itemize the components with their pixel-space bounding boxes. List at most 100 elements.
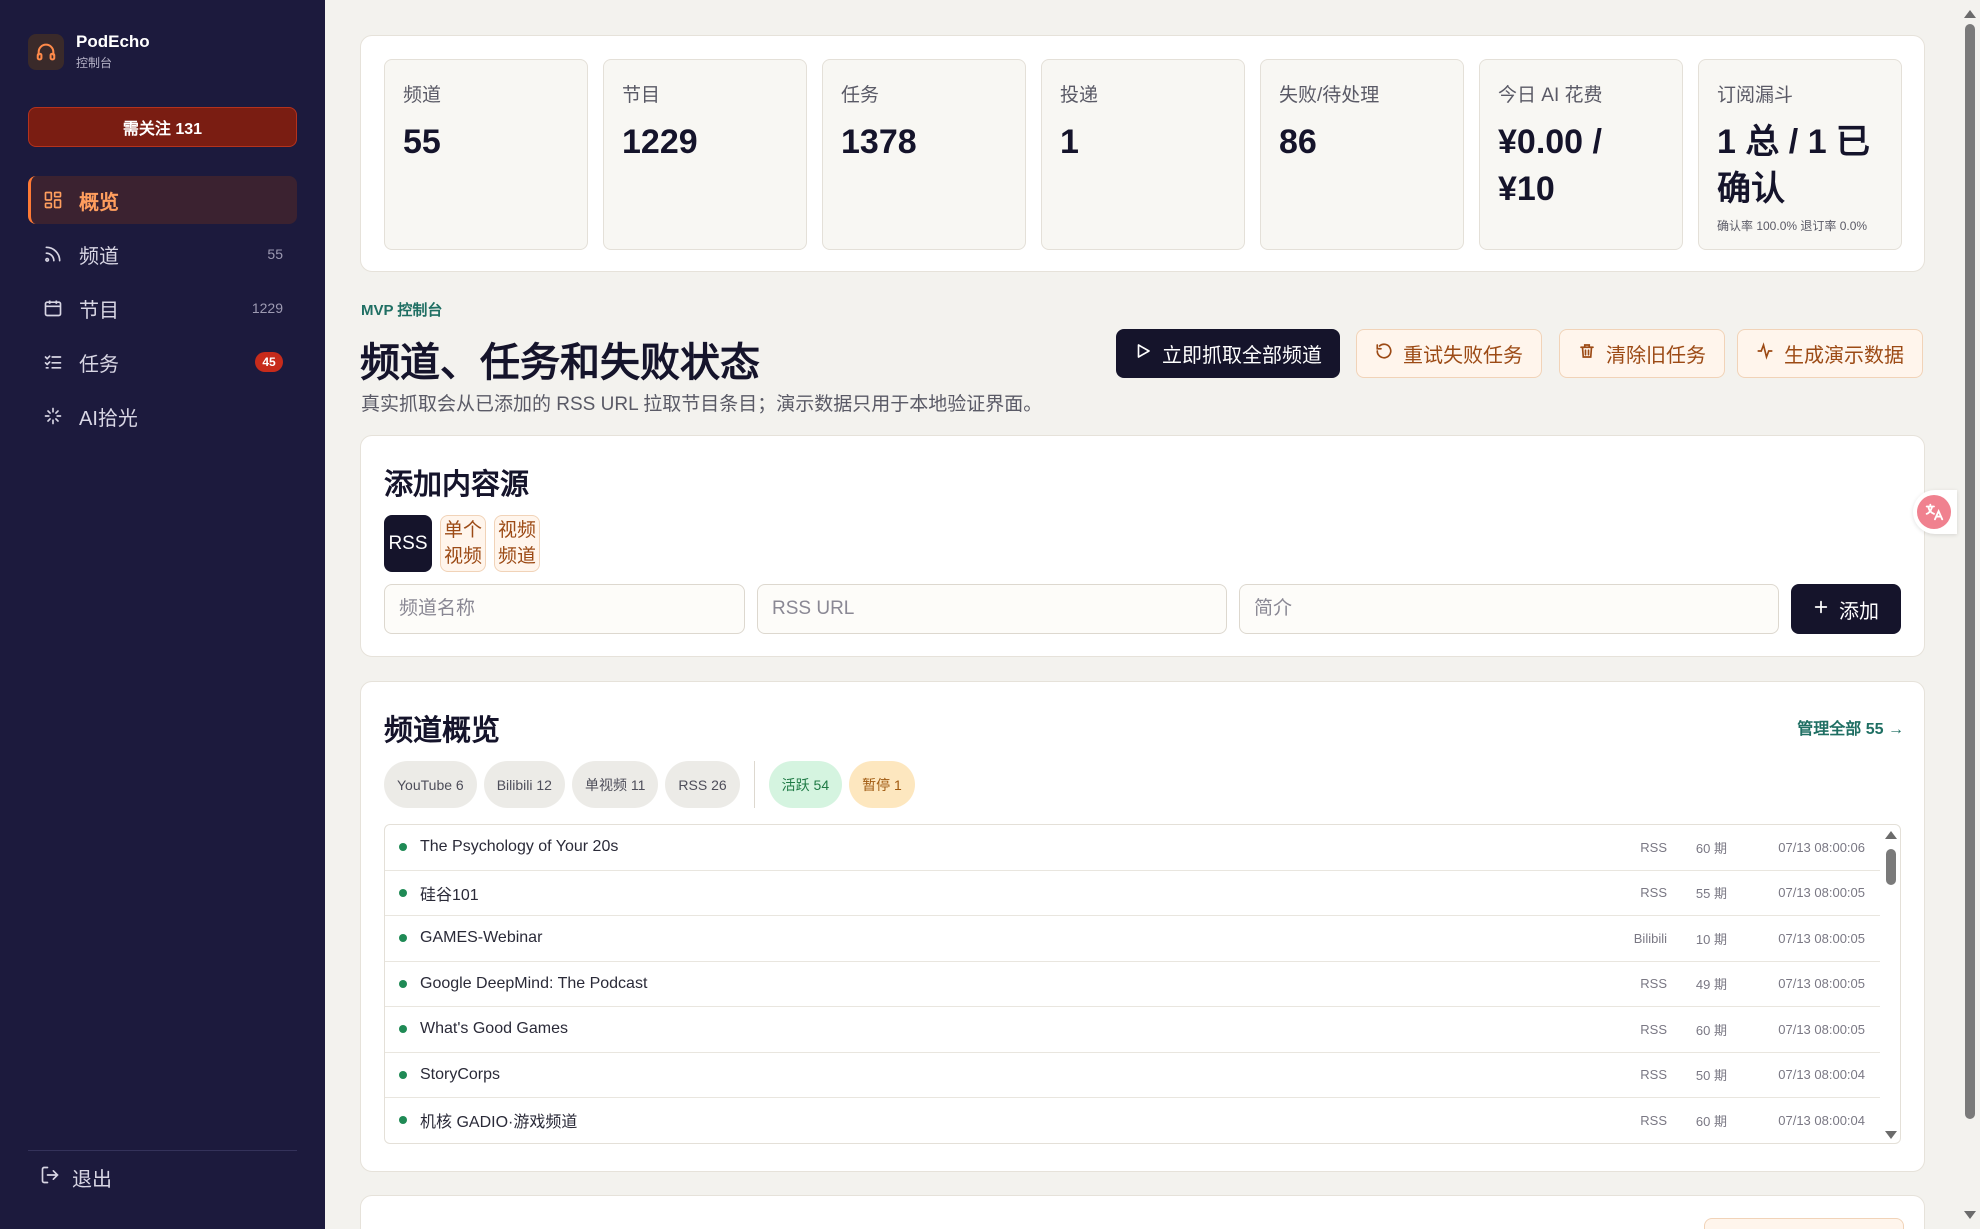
stat-label: 今日 AI 花费 [1498,85,1603,106]
source-type-tabs: RSS 单个视频 视频频道 [384,515,540,572]
rss-url-input[interactable] [757,584,1227,634]
channel-name: 机核 GADIO·游戏频道 [420,1114,578,1132]
add-source-title: 添加内容源 [384,469,530,501]
status-dot [399,1070,407,1079]
channel-name: GAMES-Webinar [420,929,543,947]
sidebar-item-episodes[interactable]: 节目 1229 [28,284,297,332]
updated-time: 07/13 08:00:06 [1778,839,1865,855]
translate-icon [1917,495,1951,529]
channel-name: The Psychology of Your 20s [420,838,619,856]
sidebar: PodEcho 控制台 需关注 131 概览 频道 55 节目 1229 任务 … [0,0,325,1229]
channel-name: What's Good Games [420,1020,568,1038]
tab-rss[interactable]: RSS [384,515,432,572]
episode-count: 60 期 [1695,1022,1727,1038]
filter-chip-rss[interactable]: RSS 26 [665,761,740,808]
logout-button[interactable]: 退出 [40,1163,112,1192]
sidebar-item-ai[interactable]: AI拾光 [28,392,297,440]
chip-divider [753,761,755,808]
stat-card-tasks: 任务 1378 [822,59,1026,250]
channel-source: Bilibili [1633,930,1667,946]
channel-source: RSS [1640,976,1667,992]
sidebar-item-label: 节目 [79,299,119,322]
sidebar-divider [28,1150,297,1151]
brand-name: PodEcho [76,32,150,51]
list-item[interactable]: 硅谷101 RSS 55 期 07/13 08:00:05 [385,871,1880,916]
page-scroll-down-icon[interactable] [1964,1211,1976,1219]
sidebar-item-overview[interactable]: 概览 [28,176,297,224]
sidebar-item-channels[interactable]: 频道 55 [28,230,297,278]
updated-time: 07/13 08:00:04 [1778,1067,1865,1083]
clear-old-button[interactable]: 清除旧任务 [1559,329,1725,378]
page-description: 真实抓取会从已添加的 RSS URL 拉取节目条目；演示数据只用于本地验证界面。 [361,394,1043,415]
next-panel-button[interactable] [1704,1218,1904,1229]
add-label: 添加 [1839,600,1879,623]
fetch-all-button[interactable]: 立即抓取全部频道 [1116,329,1340,378]
episode-count: 60 期 [1695,1113,1727,1129]
list-item[interactable]: Google DeepMind: The Podcast RSS 49 期 07… [385,962,1880,1007]
action-bar: 立即抓取全部频道 [1116,329,1340,378]
intro-input[interactable] [1239,584,1779,634]
filter-chip-active[interactable]: 活跃 54 [768,761,843,808]
list-item[interactable]: StoryCorps RSS 50 期 07/13 08:00:04 [385,1053,1880,1098]
list-scrollbar[interactable] [1880,825,1900,1143]
scroll-up-arrow-icon[interactable] [1885,831,1897,839]
manage-all-link[interactable]: 管理全部 55 → [1797,715,1904,739]
translate-button[interactable] [1913,490,1957,534]
channel-source: RSS [1640,1067,1667,1083]
logout-icon [40,1165,60,1191]
next-panel [360,1195,1925,1229]
action-bar: 生成演示数据 [1737,329,1923,378]
stat-value: 1 [1060,123,1079,161]
page-scroll-up-icon[interactable] [1964,10,1976,18]
add-button[interactable]: 添加 [1791,584,1901,634]
updated-time: 07/13 08:00:05 [1778,1021,1865,1037]
channel-name: 硅谷101 [420,886,479,904]
retry-failed-button[interactable]: 重试失败任务 [1356,329,1542,378]
stat-value: 55 [403,123,441,161]
status-dot [399,1025,407,1034]
sidebar-item-count: 55 [267,246,283,262]
brand[interactable]: PodEcho 控制台 [28,32,150,71]
episode-count: 50 期 [1695,1068,1727,1084]
sidebar-item-count: 1229 [251,300,283,316]
stat-value: 1 总 / 1 已确认 [1717,123,1871,208]
page-scrollbar[interactable] [1960,0,1980,1229]
stat-card-deliveries: 投递 1 [1041,59,1245,250]
activity-icon [1756,341,1774,366]
tab-single-video[interactable]: 单个视频 [440,515,486,572]
stat-label: 频道 [403,85,442,106]
main-content: 频道 55 节目 1229 任务 1378 投递 1 失败/待处理 86 今日 … [325,0,1960,1229]
stat-value: 1378 [841,123,917,161]
page-title: 频道、任务和失败状态 [360,341,760,385]
filter-chip-paused[interactable]: 暂停 1 [849,761,915,808]
sparkles-icon [43,406,63,426]
list-item[interactable]: What's Good Games RSS 60 期 07/13 08:00:0… [385,1007,1880,1053]
attention-button[interactable]: 需关注 131 [28,107,297,147]
stat-value: 86 [1279,123,1317,161]
sidebar-item-tasks[interactable]: 任务 45 [28,338,297,386]
list-item[interactable]: The Psychology of Your 20s RSS 60 期 07/1… [385,825,1880,871]
clear-old-label: 清除旧任务 [1606,345,1706,367]
channel-name-input[interactable] [384,584,745,634]
updated-time: 07/13 08:00:05 [1778,976,1865,992]
list-item[interactable]: GAMES-Webinar Bilibili 10 期 07/13 08:00:… [385,916,1880,962]
page-eyebrow: MVP 控制台 [361,302,443,319]
filter-chip-youtube[interactable]: YouTube 6 [384,761,477,808]
filter-chip-single-video[interactable]: 单视频 11 [571,761,659,808]
channel-name: StoryCorps [420,1065,501,1083]
page-scroll-thumb[interactable] [1965,24,1975,1119]
scroll-down-arrow-icon[interactable] [1885,1131,1897,1139]
stats-panel: 频道 55 节目 1229 任务 1378 投递 1 失败/待处理 86 今日 … [360,35,1925,272]
generate-demo-button[interactable]: 生成演示数据 [1737,329,1923,378]
stat-card-funnel: 订阅漏斗 1 总 / 1 已确认 确认率 100.0% 退订率 0.0% [1698,59,1902,250]
updated-time: 07/13 08:00:05 [1778,930,1865,946]
stat-card-channels: 频道 55 [384,59,588,250]
tasks-icon [43,352,63,372]
filter-chip-bilibili[interactable]: Bilibili 12 [483,761,565,808]
scroll-thumb[interactable] [1886,849,1896,885]
tab-video-channel[interactable]: 视频频道 [494,515,540,572]
stat-label: 订阅漏斗 [1717,85,1794,106]
list-item[interactable]: 机核 GADIO·游戏频道 RSS 60 期 07/13 08:00:04 [385,1098,1880,1143]
stat-card-failed: 失败/待处理 86 [1260,59,1464,250]
stat-label: 任务 [841,85,880,106]
